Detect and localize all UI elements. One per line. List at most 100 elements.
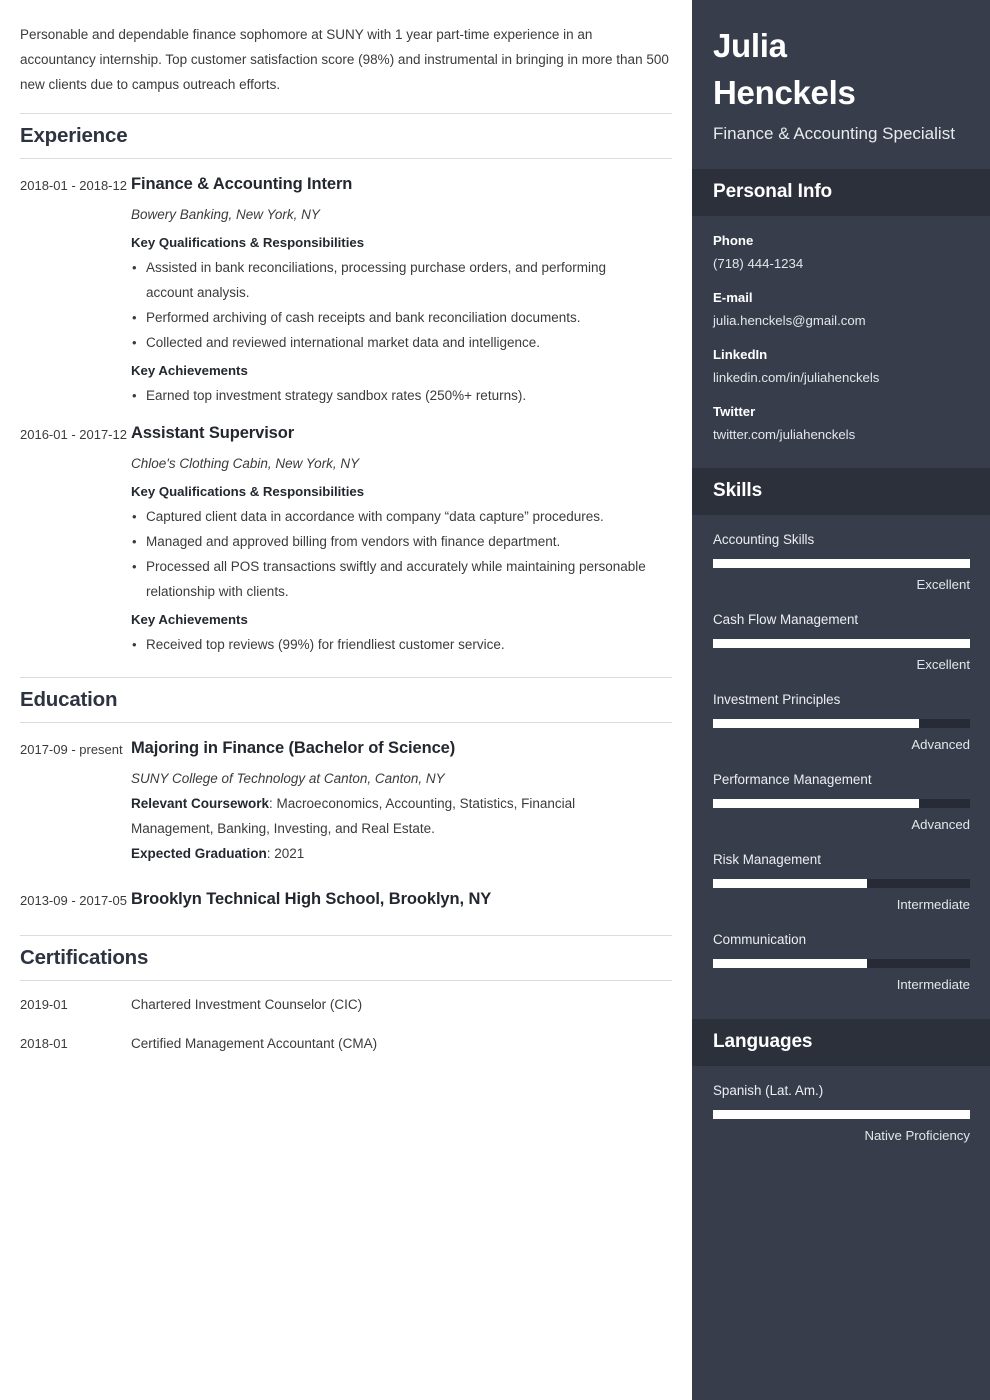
education-entry: 2017-09 - present Majoring in Finance (B… [20,723,672,866]
certification-date: 2019-01 [20,997,68,1012]
skill-name: Performance Management [713,772,872,787]
skill-level: Advanced [911,817,970,832]
education-school: SUNY College of Technology at Canton, Ca… [131,771,445,786]
skill-bar-fill [713,959,868,968]
education-date: 2017-09 - present [20,742,123,757]
candidate-first-name: Julia [713,27,787,64]
certification-date: 2018-01 [20,1036,68,1051]
language-name: Spanish (Lat. Am.) [713,1083,824,1098]
sidebar-heading-languages: Languages [692,1019,990,1066]
languages-block: Spanish (Lat. Am.) Native Proficiency [692,1066,990,1170]
personal-info-label: E-mail [713,290,753,305]
education-graduation: Expected Graduation: 2021 [131,841,654,866]
skill-level: Excellent [916,657,970,672]
skill-level: Advanced [911,737,970,752]
list-item: Managed and approved billing from vendor… [131,529,654,554]
personal-info-item: Twitter twitter.com/juliahenckels [713,401,969,446]
education-date: 2013-09 - 2017-05 [20,893,127,908]
skill-bar-fill [713,639,970,648]
education-degree: Brooklyn Technical High School, Brooklyn… [131,890,492,908]
skill-bar-track [713,719,970,728]
certification-name: Chartered Investment Counselor (CIC) [131,997,363,1012]
candidate-last-name: Henckels [713,74,856,111]
experience-qualifications-list: Captured client data in accordance with … [131,504,654,604]
personal-info-item: LinkedIn linkedin.com/in/juliahenckels [713,344,969,389]
experience-date: 2016-01 - 2017-12 [20,427,127,442]
skill-item: Communication Intermediate [713,929,970,995]
skill-item: Cash Flow Management Excellent [713,609,970,675]
experience-body: Finance & Accounting Intern Bowery Banki… [131,173,672,408]
skill-item: Performance Management Advanced [713,769,970,835]
experience-section: Experience 2018-01 - 2018-12 Finance & A… [20,113,672,657]
language-bar-track [713,1110,970,1119]
certification-row: 2019-01 Chartered Investment Counselor (… [20,981,672,1015]
skill-bar-track [713,959,970,968]
skill-name: Cash Flow Management [713,612,859,627]
experience-body: Assistant Supervisor Chloe's Clothing Ca… [131,422,672,657]
list-item: Captured client data in accordance with … [131,504,654,529]
skill-name: Communication [713,932,807,947]
skill-level: Excellent [916,577,970,592]
experience-qualifications-heading: Key Qualifications & Responsibilities [131,235,365,250]
personal-info-value[interactable]: twitter.com/juliahenckels [713,424,969,446]
experience-qualifications-list: Assisted in bank reconciliations, proces… [131,255,654,355]
education-graduation-label: Expected Graduation [131,846,267,861]
skill-item: Investment Principles Advanced [713,689,970,755]
skill-bar-track [713,639,970,648]
skill-bar-fill [713,879,868,888]
experience-achievements-heading: Key Achievements [131,363,248,378]
list-item: Performed archiving of cash receipts and… [131,305,654,330]
experience-date: 2018-01 - 2018-12 [20,178,127,193]
education-coursework-label: Relevant Coursework [131,796,270,811]
list-item: Collected and reviewed international mar… [131,330,654,355]
professional-summary: Personable and dependable finance sophom… [20,27,669,92]
list-item: Earned top investment strategy sandbox r… [131,383,654,408]
education-coursework: Relevant Coursework: Macroeconomics, Acc… [131,791,654,841]
personal-info-item: Phone (718) 444-1234 [713,230,969,275]
skill-name: Risk Management [713,852,821,867]
skill-bar-fill [713,799,919,808]
candidate-role: Finance & Accounting Specialist [713,124,955,143]
skill-bar-fill [713,719,919,728]
skill-bar-track [713,559,970,568]
experience-employer: Chloe's Clothing Cabin, New York, NY [131,456,360,471]
skill-bar-track [713,799,970,808]
experience-achievements-list: Received top reviews (99%) for friendlie… [131,632,654,657]
skill-item: Accounting Skills Excellent [713,529,970,595]
certification-name: Certified Management Accountant (CMA) [131,1036,378,1051]
skill-bar-fill [713,559,970,568]
experience-entry: 2016-01 - 2017-12 Assistant Supervisor C… [20,408,672,657]
section-heading-education: Education [20,688,118,711]
personal-info-value[interactable]: (718) 444-1234 [713,253,969,275]
personal-info-item: E-mail julia.henckels@gmail.com [713,287,969,332]
sidebar-header: Julia Henckels Finance & Accounting Spec… [692,0,990,169]
skill-level: Intermediate [896,977,970,992]
language-item: Spanish (Lat. Am.) Native Proficiency [713,1080,970,1146]
experience-job-title: Finance & Accounting Intern [131,175,353,193]
education-entry: 2013-09 - 2017-05 Brooklyn Technical Hig… [20,866,672,913]
personal-info-value[interactable]: julia.henckels@gmail.com [713,310,969,332]
experience-achievements-heading: Key Achievements [131,612,248,627]
personal-info-value[interactable]: linkedin.com/in/juliahenckels [713,367,969,389]
list-item: Received top reviews (99%) for friendlie… [131,632,654,657]
skills-block: Accounting Skills Excellent Cash Flow Ma… [692,515,990,1019]
personal-info-label: Phone [713,233,754,248]
education-body: Majoring in Finance (Bachelor of Science… [131,737,672,866]
sidebar-heading-personal-info: Personal Info [692,169,990,216]
personal-info-label: LinkedIn [713,347,768,362]
resume-page: Personable and dependable finance sophom… [0,0,990,1400]
education-graduation-value: : 2021 [266,846,305,861]
resume-main-column: Personable and dependable finance sophom… [0,0,692,1400]
list-item: Assisted in bank reconciliations, proces… [131,255,654,305]
language-level: Native Proficiency [864,1128,970,1143]
list-item: Processed all POS transactions swiftly a… [131,554,654,604]
candidate-name: Julia Henckels [713,22,969,116]
language-bar-fill [713,1110,970,1119]
section-heading-experience: Experience [20,124,128,147]
skill-bar-track [713,879,970,888]
resume-sidebar: Julia Henckels Finance & Accounting Spec… [692,0,990,1400]
section-heading-certifications: Certifications [20,946,149,969]
personal-info-label: Twitter [713,404,756,419]
experience-entry: 2018-01 - 2018-12 Finance & Accounting I… [20,159,672,408]
skill-item: Risk Management Intermediate [713,849,970,915]
